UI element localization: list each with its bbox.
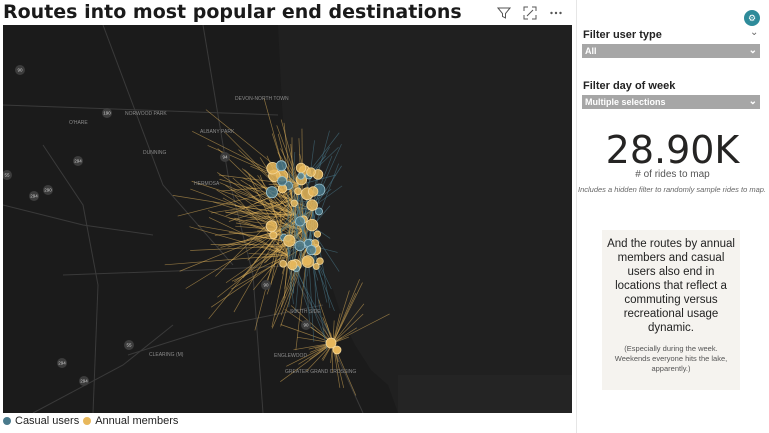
- annual-destination-marker: [279, 259, 288, 268]
- casual-destination-marker: [275, 160, 287, 172]
- map-label: GREATER GRAND CROSSING: [285, 369, 356, 375]
- kpi-note: Includes a hidden filter to randomly sam…: [578, 185, 767, 194]
- map-label: ALBANY PARK: [200, 129, 235, 135]
- focus-mode-icon[interactable]: [522, 6, 538, 22]
- casual-destination-marker: [277, 176, 288, 186]
- highway-shield: 55: [124, 340, 134, 350]
- svg-text:90: 90: [17, 68, 23, 73]
- highway-shield: 294: [29, 191, 39, 201]
- highway-shield: 294: [79, 376, 89, 386]
- highway-shield: 290: [43, 185, 53, 195]
- annual-destination-marker: [283, 234, 296, 247]
- user-type-value: All: [585, 46, 597, 56]
- highway-shield: 90: [301, 320, 311, 330]
- kpi-value: 28.90K: [605, 128, 740, 172]
- annual-destination-marker: [313, 230, 322, 238]
- annual-destination-marker: [312, 262, 320, 270]
- page-title: Routes into most popular end destination…: [3, 1, 462, 23]
- casual-destination-marker: [297, 172, 305, 180]
- map-label: NORWOOD PARK: [125, 111, 167, 117]
- svg-text:55: 55: [126, 343, 132, 348]
- map-label: O'HARE: [69, 120, 88, 126]
- insight-card: And the routes by annual members and cas…: [602, 230, 740, 390]
- annual-destination-marker: [332, 345, 342, 355]
- annual-destination-marker: [295, 162, 307, 174]
- svg-text:294: 294: [58, 361, 66, 366]
- map-label: CLEARING (M): [149, 352, 184, 358]
- annual-route-line: [233, 229, 282, 313]
- svg-text:294: 294: [80, 379, 88, 384]
- chevron-down-icon[interactable]: ⌄: [750, 27, 758, 38]
- map-label: SOUTH SIDE: [290, 309, 321, 315]
- svg-text:290: 290: [44, 188, 52, 193]
- svg-text:294: 294: [74, 159, 82, 164]
- casual-destination-marker: [306, 244, 317, 256]
- filter-day-of-week-label: Filter day of week: [583, 80, 676, 92]
- annual-destination-marker: [306, 199, 318, 211]
- filter-user-type-label: Filter user type: [583, 29, 662, 41]
- day-of-week-value: Multiple selections: [585, 97, 666, 107]
- annual-route-line: [185, 229, 282, 289]
- casual-destination-marker: [295, 216, 306, 227]
- highway-shield: 55: [3, 170, 12, 180]
- map-label: ENGLEWOOD: [274, 353, 307, 359]
- svg-text:90: 90: [263, 283, 269, 288]
- map-label: DUNNING: [143, 150, 166, 156]
- insight-text: And the routes by annual members and cas…: [607, 238, 735, 334]
- annual-destination-marker: [294, 187, 302, 196]
- day-of-week-dropdown[interactable]: Multiple selections ⌄: [582, 95, 760, 109]
- svg-text:294: 294: [30, 194, 38, 199]
- map-corner-tile: [398, 375, 572, 413]
- legend-label-casual[interactable]: Casual users: [15, 415, 79, 427]
- annual-destination-marker: [301, 255, 315, 268]
- legend-label-annual[interactable]: Annual members: [95, 415, 178, 427]
- chevron-down-icon: ⌄: [748, 96, 757, 107]
- legend-dot-casual: [3, 417, 11, 425]
- svg-text:90: 90: [303, 323, 309, 328]
- svg-text:190: 190: [103, 111, 111, 116]
- svg-text:94: 94: [222, 155, 228, 160]
- highway-shield: 94: [220, 152, 230, 162]
- highway-shield: 294: [57, 358, 67, 368]
- map-legend: Casual users Annual members: [3, 415, 178, 427]
- kpi-label: # of rides to map: [635, 169, 710, 180]
- insight-footnote: (Especially during the week. Weekends ev…: [614, 344, 728, 373]
- annual-destination-marker: [265, 220, 278, 233]
- annual-destination-marker: [305, 218, 319, 232]
- more-options-icon[interactable]: [548, 6, 564, 22]
- map-label: HERMOSA: [194, 181, 220, 187]
- map-label: DEVON-NORTH TOWN: [235, 96, 289, 102]
- svg-text:55: 55: [4, 173, 10, 178]
- annual-destination-marker: [308, 186, 319, 197]
- highway-shield: 294: [73, 156, 83, 166]
- annual-destination-marker: [287, 259, 298, 271]
- visual-header-toolbar: [496, 6, 564, 22]
- legend-dot-annual: [83, 417, 92, 425]
- filter-icon[interactable]: [496, 6, 512, 22]
- user-type-dropdown[interactable]: All ⌄: [582, 44, 760, 58]
- chevron-down-icon: ⌄: [748, 45, 757, 56]
- highway-shield: 90: [261, 280, 271, 290]
- annual-destination-marker: [269, 231, 278, 240]
- casual-destination-marker: [265, 186, 278, 199]
- highway-shield: 190: [102, 108, 112, 118]
- map-canvas[interactable]: DEVON-NORTH TOWN NORWOOD PARK O'HARE ALB…: [3, 25, 572, 413]
- bike-logo-icon: ⚙: [744, 10, 760, 26]
- annual-destination-marker: [290, 199, 298, 207]
- casual-destination-marker: [294, 240, 306, 252]
- annual-destination-marker: [306, 167, 316, 177]
- casual-destination-marker: [315, 207, 323, 216]
- route-map[interactable]: DEVON-NORTH TOWN NORWOOD PARK O'HARE ALB…: [3, 25, 572, 413]
- highway-shield: 90: [15, 65, 25, 75]
